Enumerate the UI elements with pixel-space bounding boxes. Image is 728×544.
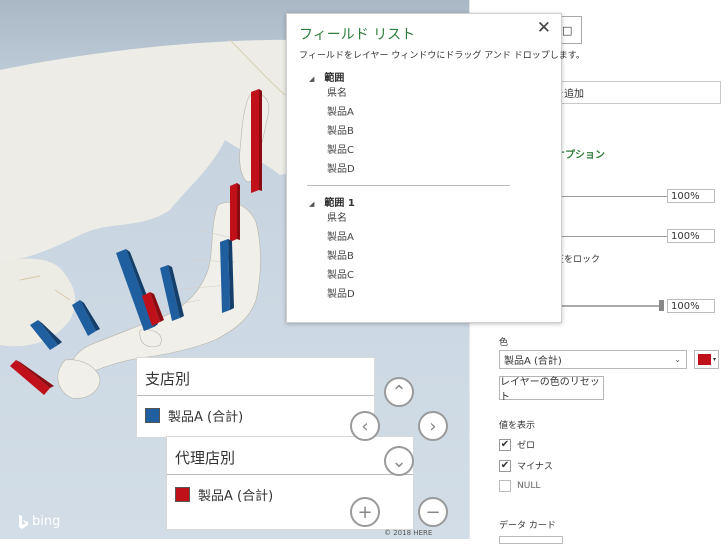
show-negative-option[interactable]: ✔ マイナス xyxy=(499,459,553,472)
field-group-range-1[interactable]: ◢ 範囲 1 xyxy=(309,194,355,209)
pan-left-button[interactable]: ‹ xyxy=(350,411,380,441)
checkmark-icon: ✔ xyxy=(500,460,510,471)
negative-label: マイナス xyxy=(517,462,553,472)
null-checkbox[interactable] xyxy=(499,480,511,492)
close-icon[interactable]: ✕ xyxy=(537,18,551,38)
field-list-title: フィールド リスト xyxy=(299,27,416,43)
show-values-label: 値を表示 xyxy=(499,421,536,431)
field-list-dialog: フィールド リスト ✕ フィールドをレイヤー ウィンドウにドラッグ アンド ドロ… xyxy=(286,13,585,323)
plus-icon: + xyxy=(357,501,373,523)
pan-down-button[interactable]: ⌄ xyxy=(384,446,414,476)
bing-logo: bing xyxy=(18,514,60,529)
field-item[interactable]: 県名 xyxy=(327,209,347,224)
pan-right-button[interactable]: › xyxy=(418,411,448,441)
legend-branch-swatch xyxy=(145,408,160,423)
bar-column-red-1 xyxy=(251,89,262,193)
height-value[interactable]: 100% xyxy=(667,189,715,203)
legend-branch-entry: 製品A (合計) xyxy=(137,396,374,435)
zero-label: ゼロ xyxy=(517,441,536,451)
checkmark-icon: ✔ xyxy=(500,439,510,450)
legend-branch: 支店別 製品A (合計) xyxy=(136,357,375,438)
panel-top-button-label: □ xyxy=(562,23,573,37)
pan-up-button[interactable]: ⌃ xyxy=(384,377,414,407)
bar-column-blue-5 xyxy=(30,320,62,350)
show-zero-option[interactable]: ✔ ゼロ xyxy=(499,438,535,451)
field-group-name: 範囲 xyxy=(324,73,345,84)
field-group-range[interactable]: ◢ 範囲 xyxy=(309,69,344,84)
legend-agency-series: 製品A (合計) xyxy=(198,489,274,504)
zoom-in-button[interactable]: + xyxy=(350,497,380,527)
field-item[interactable]: 製品D xyxy=(327,160,355,175)
legend-branch-title: 支店別 xyxy=(137,358,374,396)
caret-down-icon: ▾ xyxy=(713,356,717,363)
field-item[interactable]: 県名 xyxy=(327,84,347,99)
field-item[interactable]: 製品C xyxy=(327,266,354,281)
color-swatch xyxy=(698,354,711,365)
minus-icon: − xyxy=(425,501,441,523)
data-card-select[interactable] xyxy=(499,536,563,544)
field-item[interactable]: 製品B xyxy=(327,247,354,262)
color-series-select[interactable]: 製品A (合計) ⌄ xyxy=(499,350,687,369)
panel-top-button[interactable]: □ xyxy=(561,16,582,44)
field-item[interactable]: 製品A xyxy=(327,103,354,118)
bar-column-red-4 xyxy=(10,360,54,395)
chevron-down-icon: ⌄ xyxy=(391,450,407,472)
data-card-label: データ カード xyxy=(499,521,556,531)
bar-column-blue-1 xyxy=(220,239,234,313)
chevron-up-icon: ⌃ xyxy=(391,381,407,403)
field-group-name: 範囲 1 xyxy=(324,198,355,209)
zero-checkbox[interactable]: ✔ xyxy=(499,438,511,451)
color-series-value: 製品A (合計) xyxy=(504,356,562,367)
null-label: NULL xyxy=(517,481,541,491)
field-list-description: フィールドをレイヤー ウィンドウにドラッグ アンド ドロップします。 xyxy=(299,51,585,61)
reset-layer-color-button[interactable]: レイヤーの色のリセット xyxy=(499,376,604,403)
chevron-left-icon: ‹ xyxy=(361,415,369,437)
bing-icon xyxy=(19,514,28,529)
add-field-box[interactable]: を追加 xyxy=(554,81,721,104)
height-slider[interactable] xyxy=(555,196,667,197)
opacity-value[interactable]: 100% xyxy=(667,299,715,313)
field-item[interactable]: 製品D xyxy=(327,285,355,300)
legend-agency-swatch xyxy=(175,487,190,502)
color-picker-button[interactable]: ▾ xyxy=(694,350,719,369)
chevron-down-icon: ⌄ xyxy=(674,355,681,364)
collapse-triangle-icon[interactable]: ◢ xyxy=(309,200,314,208)
bar-column-red-2 xyxy=(230,183,240,242)
bing-label: bing xyxy=(32,514,61,529)
legend-agency-title: 代理店別 xyxy=(167,437,413,475)
map-copyright: © 2018 HERE xyxy=(384,529,433,537)
field-list-divider xyxy=(307,185,510,186)
legend-branch-series: 製品A (合計) xyxy=(168,410,244,425)
chevron-right-icon: › xyxy=(429,415,437,437)
zoom-out-button[interactable]: − xyxy=(418,497,448,527)
collapse-triangle-icon[interactable]: ◢ xyxy=(309,75,314,83)
field-item[interactable]: 製品B xyxy=(327,122,354,137)
thickness-slider[interactable] xyxy=(555,236,667,237)
opacity-slider-thumb[interactable] xyxy=(659,300,664,311)
options-heading: オプション xyxy=(555,150,605,161)
field-item[interactable]: 製品A xyxy=(327,228,354,243)
thickness-value[interactable]: 100% xyxy=(667,229,715,243)
bar-column-blue-4 xyxy=(72,300,100,336)
show-null-option[interactable]: NULL xyxy=(499,480,540,492)
opacity-slider[interactable] xyxy=(555,305,663,307)
field-item[interactable]: 製品C xyxy=(327,141,354,156)
bar-column-blue-2 xyxy=(160,265,184,321)
negative-checkbox[interactable]: ✔ xyxy=(499,459,511,472)
color-label: 色 xyxy=(499,338,509,348)
